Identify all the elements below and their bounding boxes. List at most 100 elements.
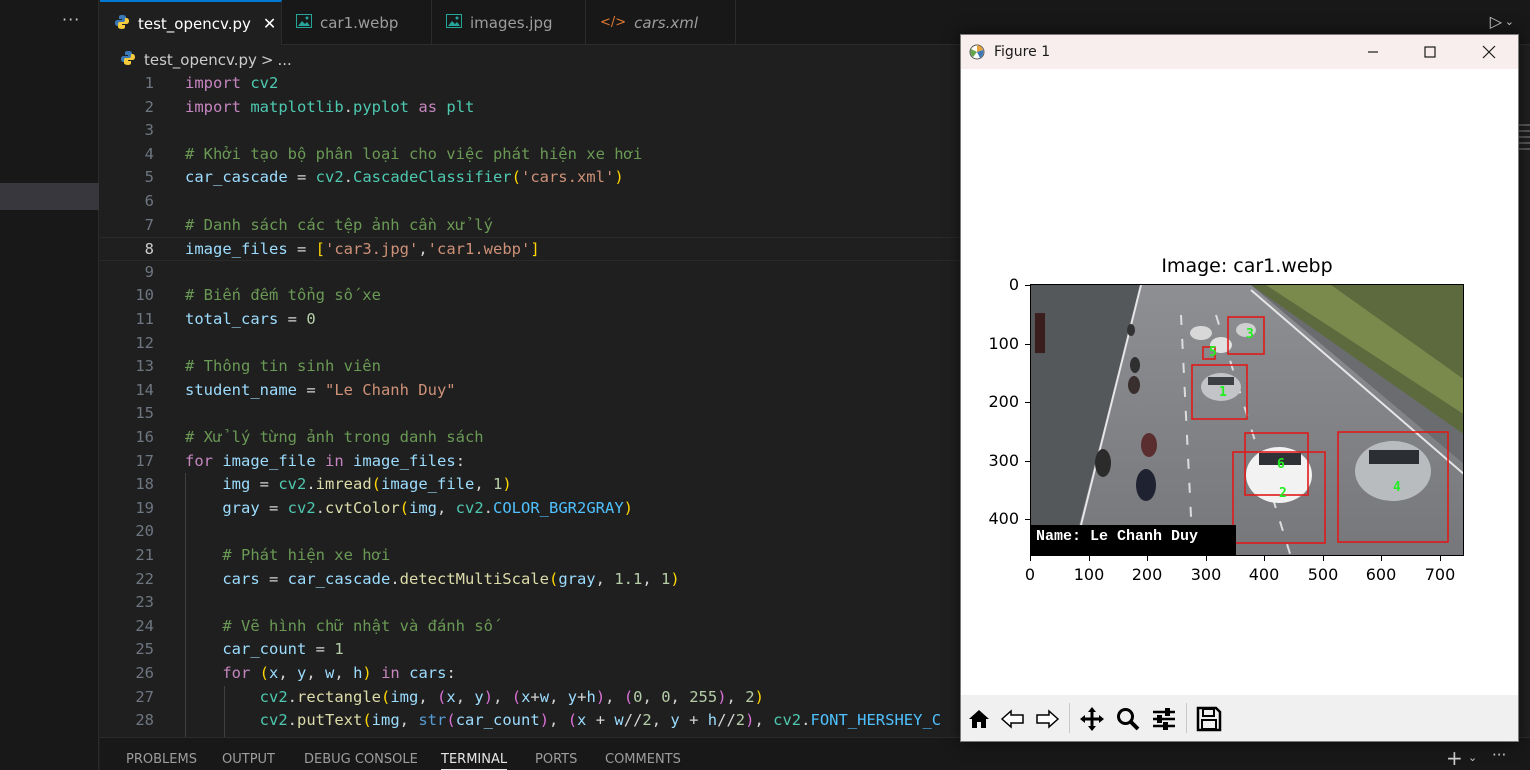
code-line[interactable]: 25 car_count = 1	[100, 638, 960, 662]
tab-terminal[interactable]: TERMINAL	[441, 752, 508, 770]
python-icon	[114, 14, 130, 34]
x-tick-label: 500	[1307, 565, 1339, 584]
code-line[interactable]: 11 total_cars = 0	[100, 308, 960, 332]
minimize-button[interactable]	[1351, 39, 1395, 65]
detection-number: 1	[1219, 385, 1227, 400]
zoom-icon[interactable]	[1114, 705, 1142, 733]
new-terminal-icon[interactable]: +	[1446, 746, 1463, 770]
line-number: 18	[135, 475, 154, 494]
code-line[interactable]: 7 # Danh sách các tệp ảnh cần xử lý	[100, 214, 960, 238]
forward-icon[interactable]	[1033, 705, 1061, 733]
code-line[interactable]: 8 image_files = ['car3.jpg','car1.webp']	[100, 237, 960, 261]
code-line[interactable]: 10 # Biến đếm tổng số xe	[100, 284, 960, 308]
detection-number: 5	[1209, 345, 1217, 360]
code-token: .	[287, 687, 297, 706]
tab-test-opencv[interactable]: test_opencv.py ✕	[100, 0, 282, 45]
maximize-button[interactable]	[1408, 39, 1452, 65]
code-text: # Biến đếm tổng số xe	[185, 284, 381, 308]
code-line[interactable]: 14 student_name = "Le Chanh Duy"	[100, 379, 960, 403]
code-token: rectangle	[297, 687, 381, 706]
figure-title-bar[interactable]: Figure 1	[961, 35, 1518, 69]
tab-images-jpg[interactable]: images.jpg	[432, 0, 586, 45]
home-icon[interactable]	[965, 705, 993, 733]
code-token: )	[595, 687, 606, 706]
breadcrumb-file[interactable]: test_opencv.py	[144, 51, 257, 69]
code-token: =	[259, 569, 288, 588]
close-icon[interactable]: ✕	[263, 14, 276, 33]
student-name-label: Name: Le Chanh Duy	[1036, 528, 1198, 545]
tab-problems[interactable]: PROBLEMS	[126, 752, 197, 767]
code-line[interactable]: 23	[100, 591, 960, 615]
code-line[interactable]: 13 # Thông tin sinh viên	[100, 355, 960, 379]
code-line[interactable]: 3	[100, 119, 960, 143]
tab-car1-webp[interactable]: car1.webp	[282, 0, 432, 45]
code-line[interactable]: 27 cv2.rectangle(img, (x, y), (x+w, y+h)…	[100, 686, 960, 710]
code-token: .	[343, 168, 353, 187]
code-line[interactable]: 21 # Phát hiện xe hơi	[100, 544, 960, 568]
run-icon[interactable]: ▷	[1490, 12, 1502, 31]
tab-output[interactable]: OUTPUT	[222, 752, 275, 767]
code-token: import	[185, 97, 241, 116]
breadcrumb-symbol[interactable]: ...	[277, 51, 291, 69]
code-line[interactable]: 2 import matplotlib.pyplot as plt	[100, 96, 960, 120]
more-actions-icon[interactable]: ···	[1492, 746, 1506, 764]
y-tick-label: 0	[1008, 275, 1019, 294]
code-editor[interactable]: 1 import cv2 2 import matplotlib.pyplot as …	[100, 72, 960, 737]
code-line[interactable]: 26 for (x, y, w, h) in cars:	[100, 662, 960, 686]
chevron-down-icon[interactable]: ⌄	[1468, 751, 1477, 764]
back-icon[interactable]	[999, 705, 1027, 733]
code-token: ,	[474, 475, 494, 494]
code-line[interactable]: 16 # Xử lý từng ảnh trong danh sách	[100, 426, 960, 450]
code-line[interactable]: 18 img = cv2.imread(image_file, 1)	[100, 473, 960, 497]
code-line[interactable]: 22 cars = car_cascade.detectMultiScale(g…	[100, 568, 960, 592]
code-token: +	[530, 687, 540, 706]
code-line[interactable]: 4 # Khởi tạo bộ phân loại cho việc phát h…	[100, 143, 960, 167]
code-token: cars	[409, 664, 447, 682]
code-token: =	[259, 498, 288, 517]
minimap[interactable]	[1518, 120, 1530, 170]
more-actions-icon[interactable]: ···	[62, 10, 80, 29]
tab-ports[interactable]: PORTS	[535, 752, 577, 767]
code-token: .	[483, 498, 494, 517]
code-line[interactable]: 6	[100, 190, 960, 214]
pan-icon[interactable]	[1078, 705, 1106, 733]
tab-comments[interactable]: COMMENTS	[605, 752, 681, 767]
code-line[interactable]: 12	[100, 332, 960, 356]
code-text: import cv2	[185, 72, 278, 96]
close-button[interactable]	[1467, 39, 1511, 65]
line-number: 1	[144, 74, 154, 92]
code-token: total_cars	[185, 310, 279, 328]
chevron-down-icon[interactable]: ⌄	[1505, 15, 1514, 28]
code-token: 'cars.xml'	[520, 168, 615, 187]
code-line[interactable]: 15	[100, 402, 960, 426]
code-comment: # Phát hiện xe hơi	[185, 546, 391, 564]
code-text: car_count = 1	[185, 638, 343, 662]
code-line[interactable]: 9	[100, 261, 960, 285]
code-token: (	[437, 687, 447, 706]
code-token: =	[306, 640, 335, 659]
code-line[interactable]: 19 gray = cv2.cvtColor(img, cv2.COLOR_BG…	[100, 497, 960, 521]
configure-icon[interactable]	[1150, 705, 1178, 733]
x-tick-mark	[1030, 556, 1031, 561]
code-line[interactable]: 20	[100, 520, 960, 544]
code-text: # Thông tin sinh viên	[185, 355, 381, 379]
code-token: h	[586, 687, 596, 706]
line-number: 13	[135, 357, 154, 376]
tab-debug-console[interactable]: DEBUG CONSOLE	[304, 752, 418, 767]
code-line[interactable]: 5 car_cascade = cv2.CascadeClassifier('ca…	[100, 166, 960, 190]
code-line[interactable]: 24 # Vẽ hình chữ nhật và đánh số	[100, 615, 960, 639]
code-line[interactable]: 28 cv2.putText(img, str(car_count), (x +…	[100, 709, 960, 733]
figure-canvas[interactable]: Image: car1.webp 0 100 200 300 400 3 5 1…	[961, 69, 1518, 695]
sidebar-selected-item[interactable]	[0, 183, 99, 210]
save-icon[interactable]	[1195, 705, 1223, 733]
code-line[interactable]: 17 for image_file in image_files:	[100, 450, 960, 474]
code-line[interactable]: 1 import cv2	[100, 72, 960, 96]
code-token: import	[185, 74, 241, 92]
code-token: ,	[549, 711, 568, 730]
tab-cars-xml[interactable]: </> cars.xml	[586, 0, 736, 45]
code-token: img	[390, 687, 419, 706]
tab-label: cars.xml	[634, 13, 699, 32]
code-token: ,	[651, 711, 671, 730]
code-token: 0	[306, 310, 316, 328]
